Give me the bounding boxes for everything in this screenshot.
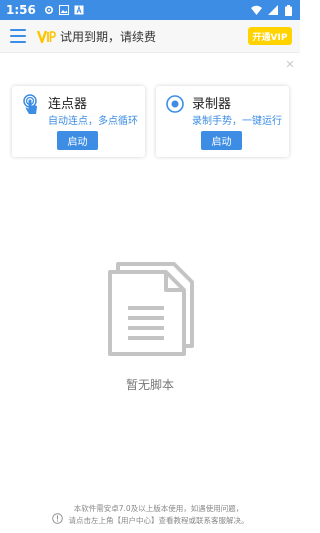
wifi-icon	[251, 5, 262, 16]
clicker-start-button[interactable]: 启动	[57, 131, 98, 150]
battery-icon	[283, 4, 294, 16]
system-icons	[251, 4, 294, 16]
status-time: 1:56	[6, 3, 36, 17]
open-vip-button[interactable]: 开通VIP	[248, 27, 292, 45]
vip-logo-icon	[36, 26, 56, 46]
recorder-start-button[interactable]: 启动	[201, 131, 242, 150]
menu-icon-line	[10, 29, 26, 31]
clicker-card: 连点器 自动连点，多点循环 启动	[12, 86, 145, 157]
image-icon	[59, 5, 70, 16]
notification-icons	[44, 5, 85, 16]
text-icon	[74, 5, 85, 16]
status-bar: 1:56	[0, 0, 300, 20]
menu-button[interactable]	[10, 29, 26, 43]
tap-icon	[21, 94, 41, 114]
footer-line-1: 本软件需安卓7.0及以上版本使用，如遇使用问题，	[73, 504, 244, 513]
empty-state-text: 暂无脚本	[125, 378, 174, 392]
signal-icon	[267, 5, 278, 16]
trial-expired-text: 试用到期，请续费	[60, 29, 157, 44]
info-icon	[51, 509, 63, 524]
menu-icon-line	[10, 35, 26, 37]
empty-documents-icon	[104, 262, 196, 358]
record-icon	[165, 94, 185, 114]
recorder-title: 录制器	[192, 97, 232, 112]
recorder-description: 录制手势，一键运行	[192, 116, 282, 127]
footer-text: 本软件需安卓7.0及以上版本使用，如遇使用问题， 请点击左上角【用户中心】查看教…	[69, 503, 249, 527]
clicker-title: 连点器	[48, 97, 88, 112]
menu-icon-line	[10, 41, 26, 43]
gear-icon	[44, 5, 55, 16]
close-icon[interactable]: ✕	[285, 59, 295, 70]
recorder-card: 录制器 录制手势，一键运行 启动	[156, 86, 289, 157]
footer-line-2: 请点击左上角【用户中心】查看教程或联系客服解决。	[68, 516, 249, 525]
clicker-description: 自动连点，多点循环	[48, 116, 138, 127]
app-bar: 试用到期，请续费 开通VIP	[0, 20, 300, 53]
footer-notice: 本软件需安卓7.0及以上版本使用，如遇使用问题， 请点击左上角【用户中心】查看教…	[0, 503, 300, 533]
